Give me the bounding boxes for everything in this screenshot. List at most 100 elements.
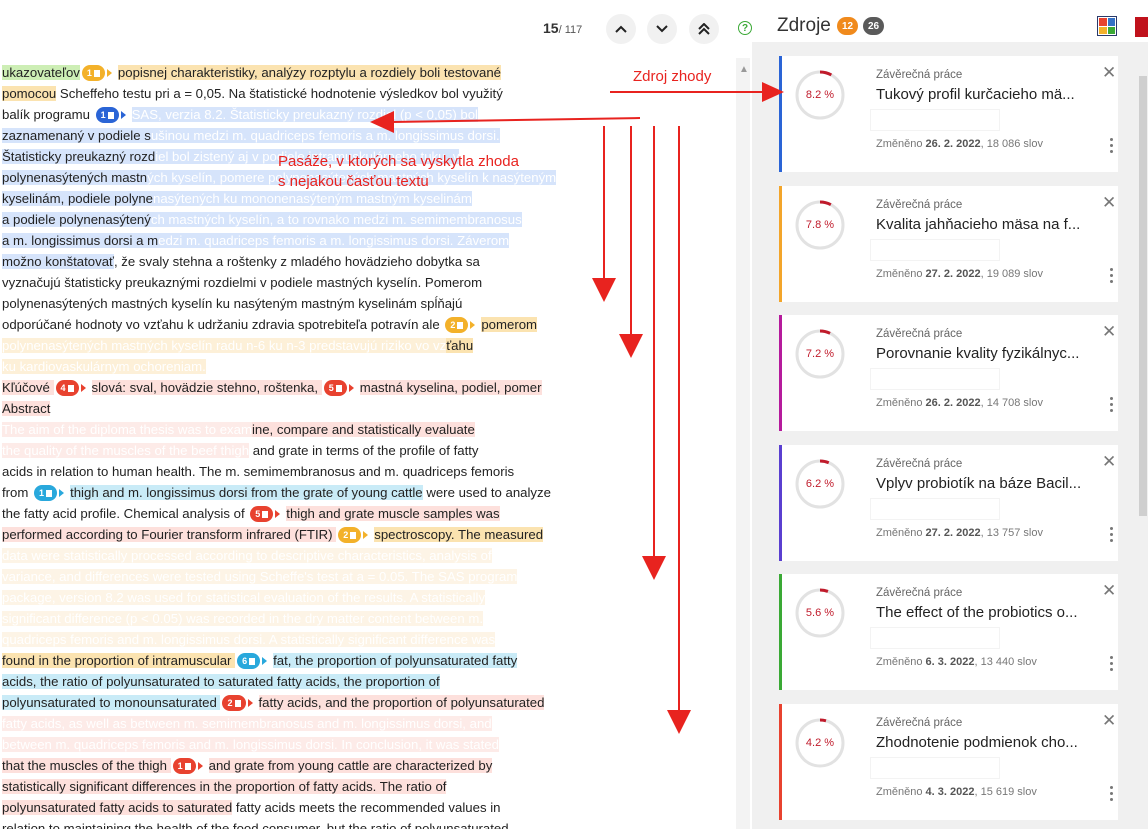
previous-match-button[interactable]: [606, 14, 636, 44]
first-match-button[interactable]: [689, 14, 719, 44]
scroll-up-icon[interactable]: ▲: [739, 64, 749, 75]
expand-marker-icon[interactable]: [247, 699, 253, 707]
highlighted-passage[interactable]: popisnej charakteristiky, analýzy rozpty…: [117, 65, 502, 80]
match-marker[interactable]: 5: [323, 380, 347, 396]
source-title[interactable]: Tukový profil kurčacieho mä...: [876, 86, 1106, 103]
match-marker[interactable]: 5: [250, 506, 274, 522]
highlighted-passage[interactable]: variance, and differences were tested us…: [2, 569, 518, 584]
close-icon[interactable]: ✕: [1102, 452, 1116, 472]
expand-marker-icon[interactable]: [106, 69, 112, 77]
source-title[interactable]: The effect of the probiotics o...: [876, 604, 1106, 621]
highlighted-passage[interactable]: mastná kyselina, podiel, pomer: [359, 380, 542, 395]
highlighted-passage[interactable]: spectroscopy. The measured: [374, 527, 544, 542]
source-card[interactable]: 7.2 % Závěrečná práce Porovnanie kvality f…: [779, 315, 1118, 431]
expand-marker-icon[interactable]: [363, 531, 369, 539]
more-options-icon[interactable]: [1110, 785, 1114, 804]
expand-marker-icon[interactable]: [120, 111, 126, 119]
highlighted-passage[interactable]: acids, the ratio of polyunsaturated to s…: [2, 674, 440, 689]
highlighted-passage[interactable]: ine, compare and statistically evaluate: [251, 422, 475, 437]
sources-count-badge[interactable]: 12: [837, 17, 859, 35]
color-square-icon[interactable]: [1135, 17, 1148, 37]
highlighted-passage[interactable]: nasýtených ku mononenasýteným mastným ky…: [153, 191, 472, 206]
highlighted-passage[interactable]: ušinou medzi m. quadriceps femoris a m. …: [150, 128, 500, 143]
highlighted-passage[interactable]: ťahu: [446, 338, 474, 353]
layout-grid-icon[interactable]: [1097, 16, 1117, 36]
source-title[interactable]: Kvalita jahňacieho mäsa na f...: [876, 216, 1106, 233]
match-marker[interactable]: 6: [237, 653, 261, 669]
match-marker[interactable]: 2: [222, 695, 246, 711]
close-icon[interactable]: ✕: [1102, 63, 1116, 83]
expand-marker-icon[interactable]: [262, 657, 268, 665]
expand-marker-icon[interactable]: [80, 384, 86, 392]
highlighted-passage[interactable]: kyselinám, podiele polyne: [2, 191, 154, 206]
close-icon[interactable]: ✕: [1102, 711, 1116, 731]
more-options-icon[interactable]: [1110, 656, 1114, 674]
source-card[interactable]: 5.6 % Závěrečná práce The effect of the pr…: [779, 574, 1118, 690]
highlighted-passage[interactable]: ku kardiovaskulárnym ochoreniam.: [2, 359, 206, 374]
source-card[interactable]: 8.2 % Závěrečná práce Tukový profil kurčac…: [779, 56, 1118, 172]
expand-marker-icon[interactable]: [275, 510, 281, 518]
highlighted-passage[interactable]: možno konštatovať: [2, 254, 114, 269]
highlighted-passage[interactable]: performed according to Fourier transform…: [2, 527, 337, 542]
highlighted-passage[interactable]: package, version 8.2 was used for statis…: [2, 590, 486, 605]
highlighted-passage[interactable]: a m. longissimus dorsi a m: [2, 233, 159, 248]
close-icon[interactable]: ✕: [1102, 581, 1116, 601]
source-card[interactable]: 4.2 % Závěrečná práce Zhodnotenie podmieno…: [779, 703, 1118, 820]
highlighted-passage[interactable]: between m. quadriceps femoris and m. lon…: [2, 737, 499, 752]
highlighted-passage[interactable]: pomerom: [481, 317, 538, 332]
highlighted-passage[interactable]: pomocou: [2, 86, 57, 101]
highlighted-passage[interactable]: polynenasýtených mastn: [2, 170, 148, 185]
expand-marker-icon[interactable]: [197, 762, 203, 770]
source-card[interactable]: 7.8 % Závěrečná práce Kvalita jahňacieho m…: [779, 185, 1118, 302]
more-options-icon[interactable]: [1110, 138, 1114, 156]
highlighted-passage[interactable]: polyunsaturated fatty acids to saturated: [2, 800, 233, 815]
highlighted-passage[interactable]: significant difference (p < 0.05) was re…: [2, 611, 483, 626]
more-options-icon[interactable]: [1110, 267, 1114, 286]
highlighted-passage[interactable]: polynenasýtených mastných kyselín radu n…: [2, 338, 447, 353]
highlighted-passage[interactable]: the quality of the muscles of the beef t…: [2, 443, 250, 458]
match-marker[interactable]: 2: [338, 527, 362, 543]
highlighted-passage[interactable]: and grate from young cattle are characte…: [208, 758, 493, 773]
highlighted-passage[interactable]: The aim of the diploma thesis was to exa…: [2, 422, 252, 437]
highlighted-passage[interactable]: quadriceps femoris and m. longissimus do…: [2, 632, 496, 647]
highlighted-passage[interactable]: polyunsaturated to monounsaturated: [2, 695, 221, 710]
highlighted-passage[interactable]: statistically significant differences in…: [2, 779, 447, 794]
highlighted-passage[interactable]: thigh and grate muscle samples was: [286, 506, 500, 521]
more-options-icon[interactable]: [1110, 397, 1114, 415]
highlighted-passage[interactable]: fat, the proportion of polyunsaturated f…: [273, 653, 518, 668]
next-match-button[interactable]: [647, 14, 677, 44]
source-title[interactable]: Zhodnotenie podmienok cho...: [876, 734, 1106, 751]
source-card[interactable]: 6.2 % Závěrečná práce Vplyv probiotík na b…: [779, 444, 1118, 561]
highlighted-passage[interactable]: ch mastných kyselín, a to rovnako medzi …: [150, 212, 522, 227]
highlighted-passage[interactable]: SAS, verzia 8.2. Štatisticky preukazný r…: [131, 107, 478, 122]
highlighted-passage[interactable]: thigh and m. longissimus dorsi from the …: [70, 485, 423, 500]
sources-scrollbar[interactable]: [1138, 56, 1148, 829]
close-icon[interactable]: ✕: [1102, 322, 1116, 342]
expand-marker-icon[interactable]: [348, 384, 354, 392]
highlighted-passage[interactable]: zaznamenaný v podiele s: [2, 128, 151, 143]
highlighted-passage[interactable]: edzi m. quadriceps femoris a m. longissi…: [158, 233, 510, 248]
highlighted-passage[interactable]: Abstract: [2, 401, 51, 416]
more-options-icon[interactable]: [1110, 526, 1114, 545]
highlighted-passage[interactable]: that the muscles of the thigh: [2, 758, 171, 773]
sources-scroll-thumb[interactable]: [1139, 76, 1147, 516]
match-marker[interactable]: 2: [445, 317, 469, 333]
highlighted-passage[interactable]: Kľúčové: [2, 380, 54, 395]
highlighted-passage[interactable]: found in the proportion of intramuscular: [2, 653, 236, 668]
close-icon[interactable]: ✕: [1102, 193, 1116, 213]
help-icon[interactable]: ?: [738, 21, 752, 35]
document-scrollbar[interactable]: ▲: [736, 58, 750, 829]
match-marker[interactable]: 1: [172, 758, 196, 774]
highlighted-passage[interactable]: fatty acids, and the proportion of polyu…: [258, 695, 545, 710]
match-marker[interactable]: 1: [81, 65, 105, 81]
match-marker[interactable]: 1: [34, 485, 58, 501]
source-title[interactable]: Porovnanie kvality fyzikálnyc...: [876, 345, 1106, 362]
highlighted-passage[interactable]: Štatisticky preukazný rozd: [2, 149, 156, 164]
expand-marker-icon[interactable]: [59, 489, 65, 497]
highlighted-passage[interactable]: ukazovateľov: [2, 65, 80, 80]
highlighted-passage[interactable]: fatty acids, as well as between m. semim…: [2, 716, 492, 731]
expand-marker-icon[interactable]: [470, 321, 476, 329]
all-sources-count-badge[interactable]: 26: [863, 17, 885, 35]
highlighted-passage[interactable]: a podiele polynenasýtený: [2, 212, 151, 227]
source-title[interactable]: Vplyv probiotík na báze Bacil...: [876, 475, 1106, 492]
